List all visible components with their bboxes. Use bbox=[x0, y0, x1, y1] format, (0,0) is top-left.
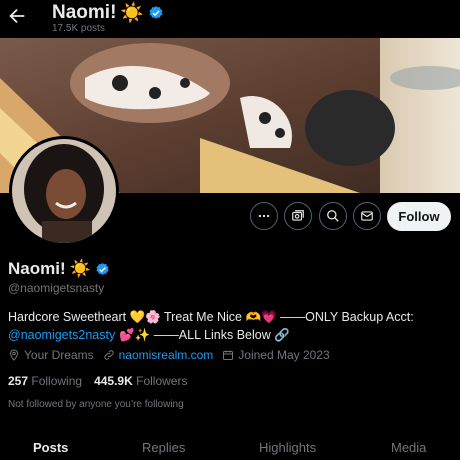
website[interactable]: naomisrealm.com bbox=[103, 348, 214, 362]
avatar[interactable] bbox=[12, 139, 116, 243]
following-count: 257 bbox=[8, 374, 29, 388]
topbar-name: Naomi! bbox=[52, 1, 117, 23]
verified-badge-icon bbox=[96, 262, 109, 275]
avatar-container[interactable] bbox=[9, 136, 119, 246]
envelope-icon bbox=[361, 211, 373, 221]
link-icon bbox=[103, 350, 114, 360]
bio-emoji: 💛🌸 bbox=[129, 309, 161, 324]
more-options-button[interactable] bbox=[250, 202, 278, 230]
profile-bio: Hardcore Sweetheart 💛🌸 Treat Me Nice 🫶💗 … bbox=[8, 308, 453, 344]
display-name: Naomi! bbox=[8, 259, 66, 278]
grok-analyze-button[interactable] bbox=[284, 202, 312, 230]
bio-emoji: 🫶💗 bbox=[245, 309, 277, 324]
bio-line-2: @naomigets2nasty 💕✨ ——ALL Links Below 🔗 bbox=[8, 326, 453, 344]
image-analyze-icon bbox=[292, 210, 304, 221]
avatar-image bbox=[12, 139, 116, 243]
back-arrow-icon[interactable] bbox=[6, 5, 28, 27]
more-dots-icon bbox=[258, 214, 270, 218]
search-icon bbox=[327, 210, 339, 222]
followers-label: Followers bbox=[136, 374, 188, 388]
not-followed-note: Not followed by anyone you’re following bbox=[8, 399, 184, 410]
calendar-icon bbox=[223, 350, 234, 360]
following-label: Following bbox=[31, 374, 83, 388]
profile-name: Naomi! ☀️ bbox=[8, 259, 110, 279]
profile-meta: Your Dreams naomisrealm.com Joined May 2… bbox=[8, 348, 339, 362]
location: Your Dreams bbox=[8, 348, 94, 362]
sun-emoji: ☀️ bbox=[69, 259, 91, 279]
followers-count: 445.9K bbox=[94, 374, 133, 388]
bio-emoji: 💕✨ bbox=[115, 327, 151, 342]
tab-media[interactable]: Media bbox=[391, 440, 426, 455]
tab-posts[interactable]: Posts bbox=[33, 440, 68, 455]
profile-tabs: Posts Replies Highlights Media bbox=[0, 440, 460, 460]
bio-mention-link[interactable]: @naomigets2nasty bbox=[8, 328, 115, 342]
bio-line-1: Hardcore Sweetheart 💛🌸 Treat Me Nice 🫶💗 … bbox=[8, 308, 453, 326]
following-stat[interactable]: 257 Following bbox=[8, 374, 82, 388]
location-text: Your Dreams bbox=[24, 348, 94, 362]
posts-count: 17.5K posts bbox=[52, 23, 105, 34]
join-date: Joined May 2023 bbox=[222, 348, 330, 362]
sun-emoji: ☀️ bbox=[120, 2, 145, 24]
followers-stat[interactable]: 445.9K Followers bbox=[94, 374, 187, 388]
bio-text: Treat Me Nice bbox=[160, 310, 246, 324]
tab-highlights[interactable]: Highlights bbox=[259, 440, 316, 455]
follow-stats: 257 Following 445.9K Followers bbox=[8, 374, 187, 388]
bio-text: Hardcore Sweetheart bbox=[8, 310, 130, 324]
bio-text: ——ONLY Backup Acct: bbox=[276, 310, 414, 324]
topbar-title: Naomi! ☀️ bbox=[52, 1, 164, 24]
bio-emoji: 🔗 bbox=[274, 327, 290, 342]
top-bar: Naomi! ☀️ 17.5K posts bbox=[0, 0, 460, 38]
website-link[interactable]: naomisrealm.com bbox=[119, 348, 214, 362]
profile-handle: @naomigetsnasty bbox=[8, 281, 105, 295]
message-button[interactable] bbox=[353, 202, 381, 230]
location-pin-icon bbox=[9, 349, 19, 361]
follow-button[interactable]: Follow bbox=[387, 202, 451, 231]
bio-text: ——ALL Links Below bbox=[150, 328, 275, 342]
verified-badge-icon bbox=[149, 5, 163, 19]
joined-text: Joined May 2023 bbox=[238, 348, 330, 362]
search-profile-button[interactable] bbox=[319, 202, 347, 230]
tab-replies[interactable]: Replies bbox=[142, 440, 185, 455]
